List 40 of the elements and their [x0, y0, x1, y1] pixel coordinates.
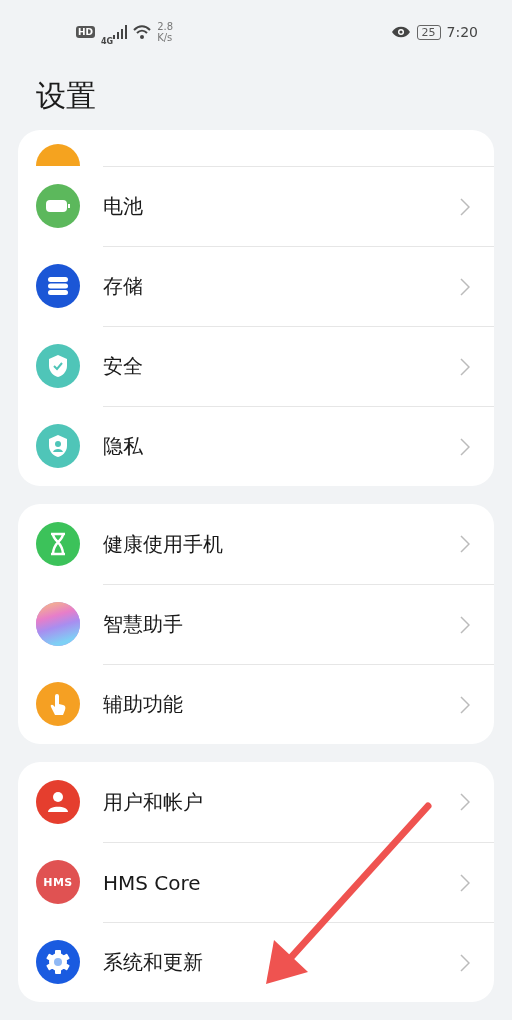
settings-item[interactable]: 辅助功能	[18, 664, 494, 744]
settings-item[interactable]: 智慧助手	[18, 584, 494, 664]
chevron-icon	[460, 277, 470, 296]
network-speed: 2.8	[157, 21, 174, 32]
settings-item[interactable]: 存储	[18, 246, 494, 326]
chevron-icon	[460, 953, 470, 972]
chevron-icon	[460, 615, 470, 634]
settings-item[interactable]: 用户和帐户	[18, 762, 494, 842]
item-label: HMS Core	[103, 870, 201, 895]
hd-indicator: HD	[76, 26, 95, 38]
chevron-icon	[460, 197, 470, 216]
signal-icon	[113, 25, 128, 39]
hms-icon: HMS	[36, 860, 80, 904]
eye-icon	[390, 26, 411, 38]
clock-time: 7:20	[446, 24, 478, 40]
chevron-icon	[460, 357, 470, 376]
chevron-icon	[460, 695, 470, 714]
item-label: 存储	[103, 273, 143, 300]
item-label: 智慧助手	[103, 611, 183, 638]
settings-item[interactable]: 电池	[18, 166, 494, 246]
item-label: 系统和更新	[103, 949, 203, 976]
chevron-icon	[460, 873, 470, 892]
settings-item[interactable]: 安全	[18, 326, 494, 406]
item-label: 辅助功能	[103, 691, 183, 718]
settings-item[interactable]: 隐私	[18, 406, 494, 486]
chevron-icon	[460, 535, 470, 553]
network-type: 4G	[101, 36, 114, 46]
page-title: 设置	[35, 77, 97, 115]
chevron-icon	[460, 793, 470, 811]
chevron-icon	[460, 437, 470, 456]
settings-item[interactable]: 健康使用手机	[18, 504, 494, 584]
wifi-icon	[133, 25, 152, 39]
battery-level: 25	[416, 24, 441, 40]
item-label: 健康使用手机	[103, 530, 223, 558]
settings-item[interactable]: HMS HMS Core	[18, 842, 494, 922]
item-label: 用户和帐户	[103, 788, 203, 816]
item-label: 电池	[103, 193, 143, 220]
item-label: 隐私	[103, 433, 143, 460]
speed-unit: K/s	[157, 32, 174, 43]
item-label: 安全	[103, 353, 143, 380]
